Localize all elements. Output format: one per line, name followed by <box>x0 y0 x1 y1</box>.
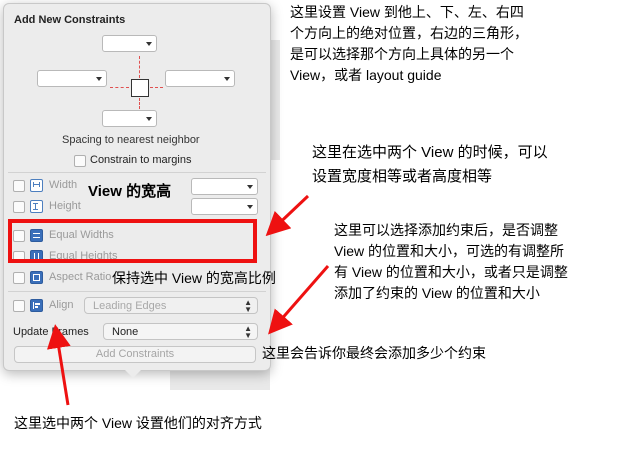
arrow-to-align <box>46 324 71 406</box>
arrow-to-equal-constraints <box>265 194 310 237</box>
annotation-arrows <box>46 194 330 406</box>
arrow-to-update-frames <box>268 265 330 335</box>
